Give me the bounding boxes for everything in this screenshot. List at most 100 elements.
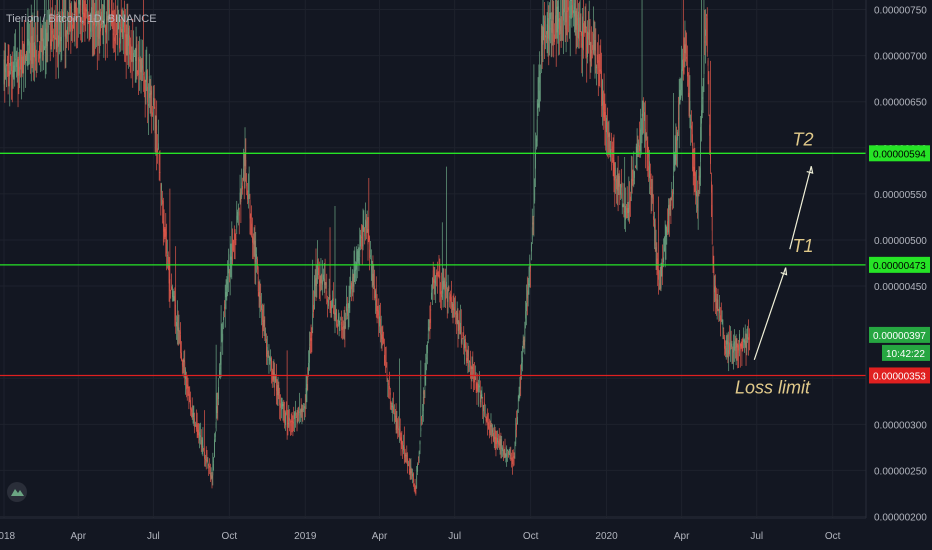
candle-down [115,29,117,33]
candle-up [478,383,479,393]
candle-down [196,425,198,427]
candle-down [455,312,456,315]
candle-down [516,423,517,431]
candle-down [284,410,285,423]
candle-down [659,282,661,290]
candle-down [572,0,574,13]
candle-down [367,229,369,245]
candle-up [552,12,554,20]
candle-up [172,286,173,297]
candle-down [195,422,197,430]
candle-down [523,339,525,346]
candle-up [509,454,511,456]
candle-down [329,294,331,311]
candle-down [593,44,595,50]
candle-up [39,48,41,59]
candle-down [440,291,441,295]
candle-up [744,330,746,345]
candle-up [268,355,270,361]
candle-down [169,279,171,292]
candle-down [50,39,52,47]
candle-down [507,451,509,458]
candle-up [540,35,542,56]
tradingview-logo-icon[interactable] [7,482,27,502]
candle-down [311,331,313,336]
time-axis[interactable]: 2018 Apr Jul Oct 2019 Apr Jul Oct 2020 Apr Jul Oct [0,517,866,550]
candle-up [651,193,653,198]
candle-down [583,32,585,34]
candle-down [319,279,321,287]
candle-down [439,275,441,294]
candle-up [60,36,62,42]
candle-down [465,345,467,355]
candle-down [532,222,534,225]
candle-down [166,238,167,254]
candle-up [332,298,333,307]
candle-up [669,204,671,210]
price-axis[interactable]: 0.000007500.000007000.000006500.00000600… [865,0,932,550]
candle-down [180,335,181,353]
candle-up [351,277,353,293]
candle-up [420,427,422,432]
candle-up [231,243,233,262]
candle-up [550,12,551,20]
candle-up [522,357,523,363]
candle-up [549,12,550,41]
candle-down [252,236,253,243]
candle-down [164,228,166,237]
candle-up [441,295,443,299]
candle-down [513,455,515,459]
candle-up [13,65,15,73]
candle-up [434,280,436,284]
candle-down [245,159,247,170]
candle-down [124,34,126,38]
candle-down [158,154,160,166]
candle-up [481,393,483,399]
candle-down [601,71,602,107]
candle-down [188,393,190,404]
candle-up [15,58,16,60]
candle-down [181,362,183,365]
x-tick-label: Apr [674,531,690,542]
candle-down [4,65,6,80]
candle-down [209,466,210,468]
candle-down [285,412,287,414]
candle-up [243,168,244,181]
candle-up [674,154,676,167]
candle-down [585,26,587,28]
candle-down [344,321,346,330]
candle-down [562,0,564,15]
candle-up [32,42,34,57]
candle-down [11,72,13,74]
candle-down [64,23,66,37]
candle-down [706,14,707,16]
candle-down [489,426,491,430]
candle-up [20,57,22,76]
candle-up [424,375,426,386]
candle-up [518,393,520,401]
candle-up [322,280,323,285]
candle-down [476,383,478,392]
candle-down [129,50,131,60]
candle-up [238,207,239,211]
x-tick-label: Oct [825,531,841,542]
candle-down [650,187,652,189]
candle-up [519,382,521,389]
candle-up [312,313,314,330]
candle-down [725,346,726,354]
candle-down [715,285,716,302]
candle-down [597,59,599,69]
candle-down [366,226,367,234]
candle-up [503,449,505,456]
candle-up [193,418,195,420]
candle-up [6,65,7,67]
candle-down [409,468,411,475]
price-chart[interactable]: T2 T1 Loss limit 0.00000750 0.00000700 0.000… [0,0,932,550]
candle-up [222,333,224,340]
candle-up [226,281,228,285]
candle-up [157,143,159,149]
candle-down [578,24,580,42]
candle-down [692,149,694,169]
candle-down [243,175,245,180]
candle-down [143,73,144,75]
